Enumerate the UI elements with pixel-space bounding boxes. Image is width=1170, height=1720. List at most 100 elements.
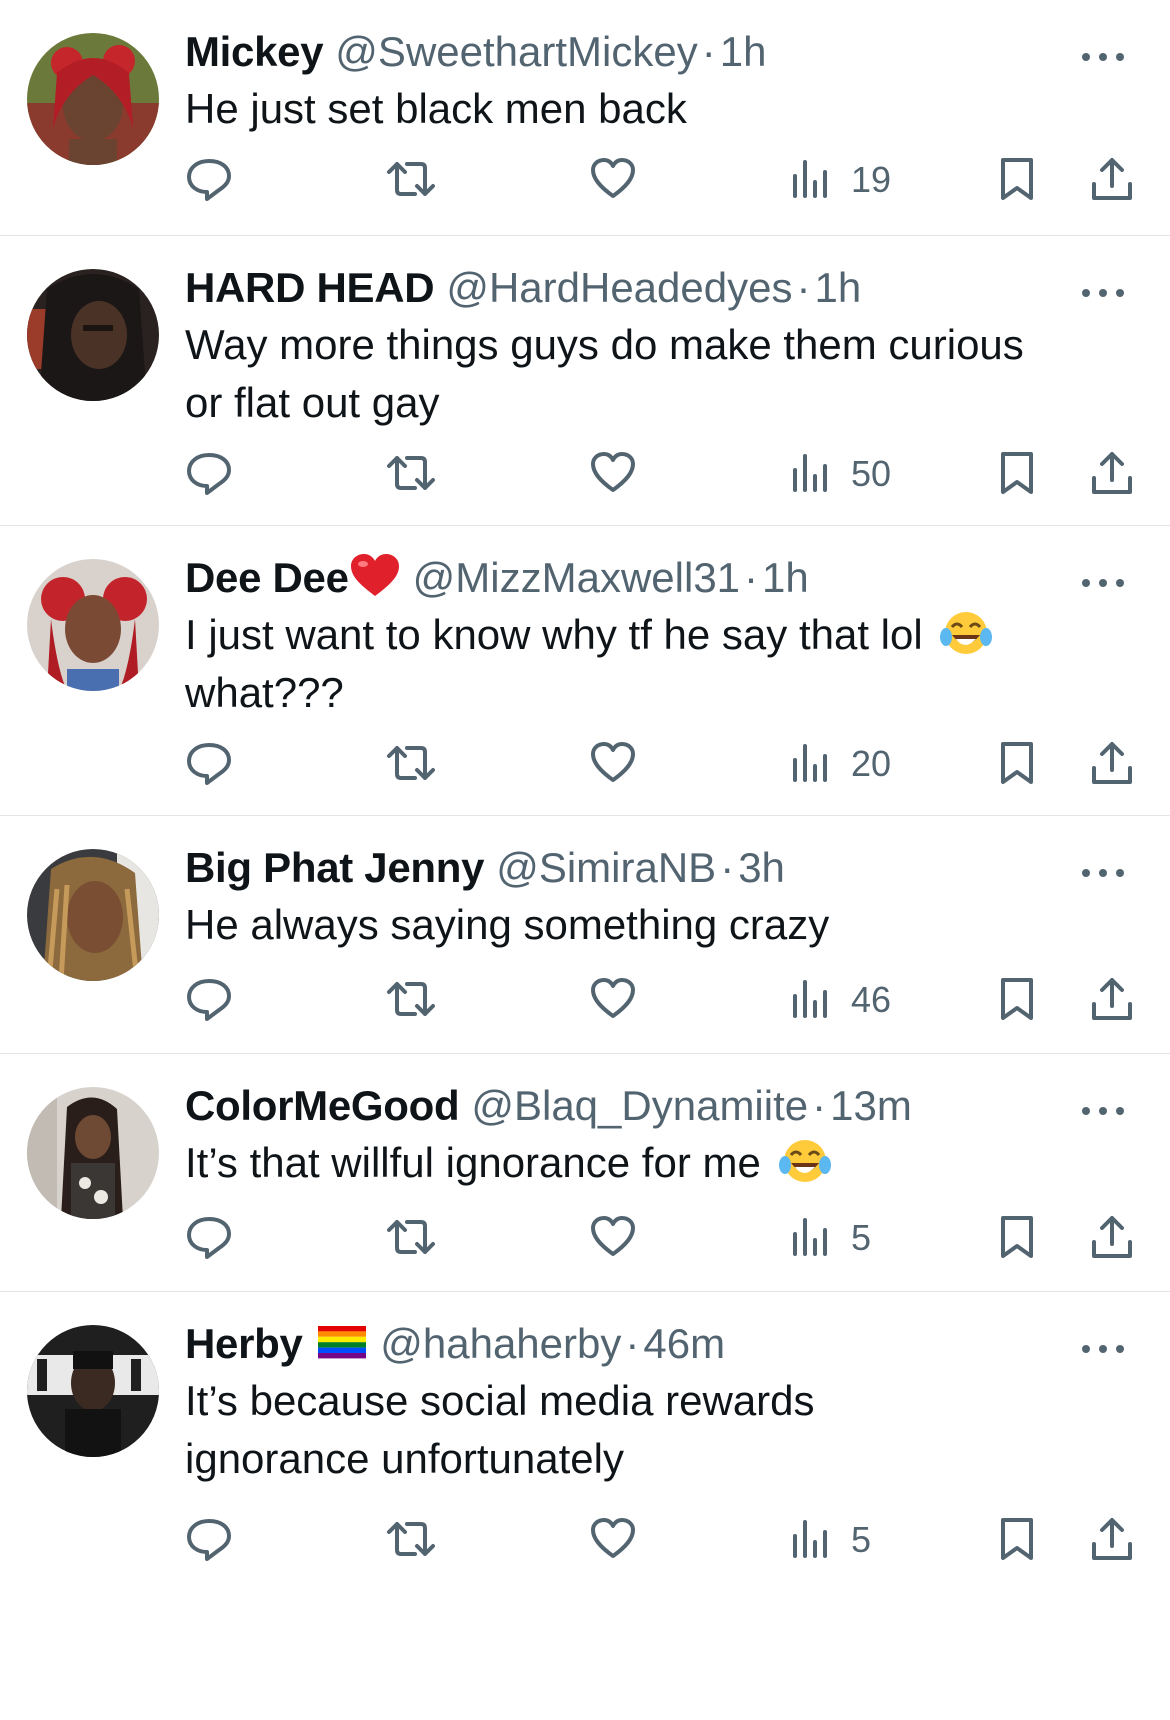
display-name[interactable]: ColorMeGood: [185, 1082, 460, 1129]
bookmark-button[interactable]: [997, 156, 1037, 206]
reply-button[interactable]: [185, 740, 233, 790]
like-button[interactable]: [589, 156, 637, 206]
separator-dot: ·: [720, 844, 735, 891]
views-icon: [793, 1520, 827, 1558]
display-name[interactable]: Mickey: [185, 28, 324, 75]
more-options-icon[interactable]: [1080, 286, 1126, 300]
action-bar: 50: [185, 432, 1132, 528]
timestamp[interactable]: 3h: [738, 844, 785, 891]
avatar[interactable]: [27, 1087, 159, 1219]
avatar[interactable]: [27, 1325, 159, 1457]
bookmark-button[interactable]: [997, 1214, 1037, 1264]
repost-icon: [387, 746, 435, 780]
repost-button[interactable]: [385, 1516, 437, 1566]
view-count: 5: [851, 1217, 872, 1258]
timestamp[interactable]: 1h: [720, 28, 767, 75]
more-options-icon[interactable]: [1080, 1342, 1126, 1356]
action-bar: 19: [185, 138, 1132, 234]
views-button[interactable]: 19: [791, 156, 891, 206]
repost-button[interactable]: [385, 740, 437, 790]
red-heart-emoji: [350, 554, 399, 596]
timestamp[interactable]: 1h: [814, 264, 861, 311]
share-button[interactable]: [1090, 1214, 1134, 1264]
display-name[interactable]: HARD HEAD: [185, 264, 435, 311]
avatar[interactable]: [27, 33, 159, 165]
tweet-text: I just want to know why tf he say that l…: [185, 606, 1060, 722]
like-button[interactable]: [589, 1214, 637, 1264]
reply-tweet[interactable]: Herby @hahaherby·46m It’s because social…: [0, 1292, 1170, 1720]
action-bar: 5: [185, 1192, 1132, 1292]
like-button[interactable]: [589, 740, 637, 790]
share-button[interactable]: [1090, 976, 1134, 1026]
tweet-text: He always saying something crazy: [185, 901, 830, 948]
bookmark-icon: [1001, 742, 1033, 784]
reply-button[interactable]: [185, 1516, 233, 1566]
separator-dot: ·: [744, 554, 759, 601]
timestamp[interactable]: 1h: [762, 554, 809, 601]
avatar[interactable]: [27, 849, 159, 981]
user-handle[interactable]: @SimiraNB: [496, 844, 716, 891]
tweet-header: Dee Dee @MizzMaxwell31·1h: [185, 526, 1060, 606]
user-handle[interactable]: @MizzMaxwell31: [413, 554, 740, 601]
more-options-icon[interactable]: [1080, 576, 1126, 590]
reply-button[interactable]: [185, 156, 233, 206]
repost-button[interactable]: [385, 1214, 437, 1264]
share-button[interactable]: [1090, 740, 1134, 790]
bookmark-icon: [1001, 452, 1033, 494]
more-options-icon[interactable]: [1080, 1104, 1126, 1118]
reply-tweet[interactable]: HARD HEAD @HardHeadedyes·1h Way more thin…: [0, 236, 1170, 526]
avatar[interactable]: [27, 559, 159, 691]
repost-button[interactable]: [385, 450, 437, 500]
user-handle[interactable]: @HardHeadedyes: [446, 264, 792, 311]
timestamp[interactable]: 13m: [830, 1082, 912, 1129]
views-button[interactable]: 5: [791, 1214, 871, 1264]
bookmark-button[interactable]: [997, 976, 1037, 1026]
share-button[interactable]: [1090, 156, 1134, 206]
bookmark-button[interactable]: [997, 1516, 1037, 1566]
like-button[interactable]: [589, 450, 637, 500]
avatar[interactable]: [27, 269, 159, 401]
heart-icon: [591, 742, 635, 782]
tears-of-joy-emoji: [940, 612, 993, 654]
repost-icon: [387, 456, 435, 490]
user-handle[interactable]: @hahaherby: [380, 1320, 621, 1367]
reply-tweet[interactable]: ColorMeGood @Blaq_Dynamiite·13m It’s that…: [0, 1054, 1170, 1292]
more-options-icon[interactable]: [1080, 50, 1126, 64]
more-options-icon[interactable]: [1080, 866, 1126, 880]
reply-button[interactable]: [185, 976, 233, 1026]
reply-button[interactable]: [185, 1214, 233, 1264]
share-button[interactable]: [1090, 1516, 1134, 1566]
display-name[interactable]: Dee Dee: [185, 554, 349, 601]
display-name[interactable]: Big Phat Jenny: [185, 844, 485, 891]
share-button[interactable]: [1090, 450, 1134, 500]
views-button[interactable]: 20: [791, 740, 891, 790]
replies-feed: Mickey @SweethartMickey·1h He just set bl…: [0, 0, 1170, 1720]
reply-tweet[interactable]: Mickey @SweethartMickey·1h He just set bl…: [0, 0, 1170, 236]
separator-dot: ·: [701, 28, 716, 75]
bookmark-button[interactable]: [997, 740, 1037, 790]
repost-icon: [387, 982, 435, 1016]
tweet-header: Mickey @SweethartMickey·1h: [185, 0, 1060, 80]
views-button[interactable]: 5: [791, 1516, 871, 1566]
reply-tweet[interactable]: Dee Dee @MizzMaxwell31·1h I just want to …: [0, 526, 1170, 816]
reply-tweet[interactable]: Big Phat Jenny @SimiraNB·3h He always say…: [0, 816, 1170, 1054]
view-count: 46: [851, 979, 892, 1020]
like-button[interactable]: [589, 1516, 637, 1566]
user-handle[interactable]: @SweethartMickey: [335, 28, 697, 75]
views-icon: [793, 744, 827, 782]
share-icon: [1092, 978, 1132, 1020]
action-bar: 46: [185, 954, 1132, 1054]
like-button[interactable]: [589, 976, 637, 1026]
views-button[interactable]: 46: [791, 976, 891, 1026]
repost-button[interactable]: [385, 156, 437, 206]
user-handle[interactable]: @Blaq_Dynamiite: [471, 1082, 808, 1129]
views-button[interactable]: 50: [791, 450, 891, 500]
view-count: 20: [851, 743, 892, 784]
reply-button[interactable]: [185, 450, 233, 500]
view-count: 19: [851, 159, 892, 200]
display-name[interactable]: Herby: [185, 1320, 303, 1367]
timestamp[interactable]: 46m: [643, 1320, 725, 1367]
bookmark-button[interactable]: [997, 450, 1037, 500]
separator-dot: ·: [625, 1320, 640, 1367]
repost-button[interactable]: [385, 976, 437, 1026]
